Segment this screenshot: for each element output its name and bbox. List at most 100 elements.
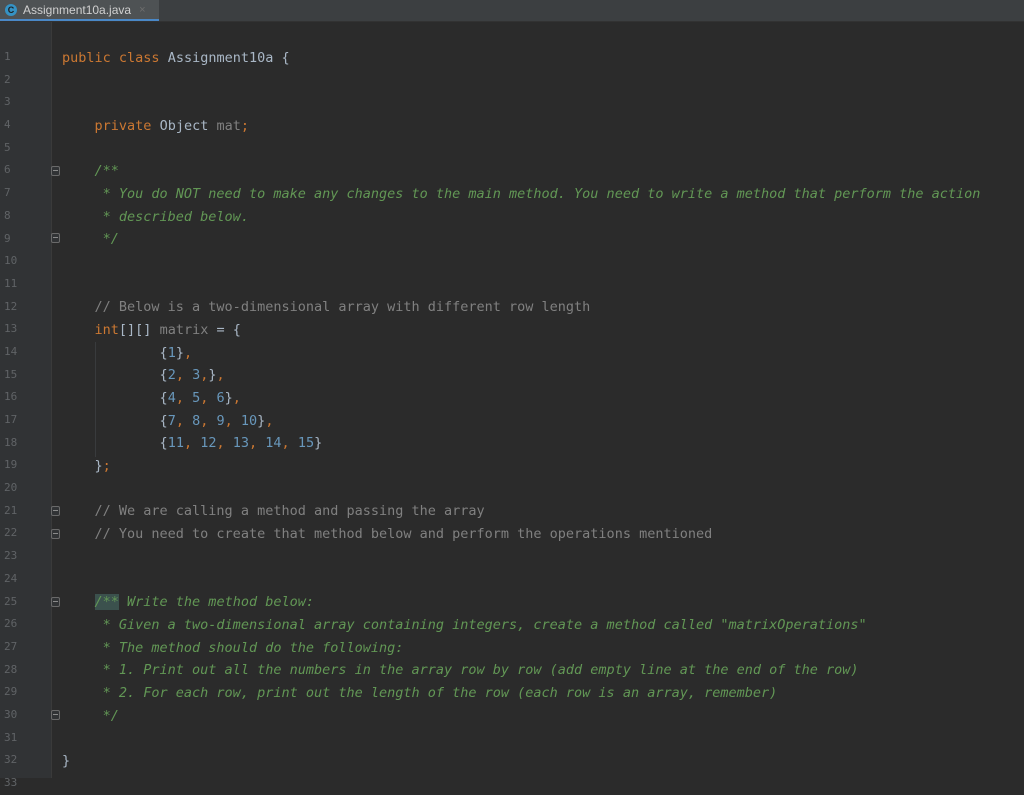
code-line-7: /** <box>62 160 1012 183</box>
line-number: 18 <box>4 435 18 449</box>
tab-assignment10a[interactable]: C Assignment10a.java × <box>0 0 159 21</box>
number: 1 <box>167 344 176 361</box>
code-line-14: int[][] matrix = { <box>62 319 1012 342</box>
line-number: 12 <box>4 299 18 313</box>
number: 3 <box>192 367 201 384</box>
line-number: 3 <box>4 95 11 109</box>
code-line-10: */ <box>62 228 1012 251</box>
assignment: = { <box>208 321 241 338</box>
code-line-23: // You need to create that method below … <box>62 523 1012 546</box>
comma: , <box>216 435 233 452</box>
field-name: mat <box>216 117 241 134</box>
comment-text: // Below is a two-dimensional array with… <box>94 299 591 316</box>
line-number: 11 <box>4 276 18 290</box>
javadoc-text: /** <box>94 163 119 180</box>
javadoc-text: * Given a two-dimensional array containi… <box>94 616 867 633</box>
javadoc-text: * described below. <box>94 208 249 225</box>
code-editor[interactable]: public class Assignment10a { private Obj… <box>62 24 1012 773</box>
semicolon: ; <box>102 458 111 475</box>
keyword: class <box>118 49 160 66</box>
javadoc-text: Write the method below: <box>118 594 314 611</box>
number: 9 <box>216 412 225 429</box>
number: 2 <box>167 367 176 384</box>
line-number: 2 <box>4 72 11 86</box>
number: 4 <box>167 390 176 406</box>
javadoc-text: * The method should do the following: <box>94 639 404 656</box>
number: 8 <box>192 412 201 429</box>
line-number: 31 <box>4 730 18 744</box>
line-number: 27 <box>4 639 18 653</box>
keyword: private <box>94 117 152 134</box>
line-number: 33 <box>4 776 18 789</box>
code-line-33: } <box>62 750 1012 773</box>
type-name: Object <box>159 117 209 134</box>
comma: , <box>216 367 225 384</box>
brace: } <box>62 753 71 769</box>
code-line-28: * The method should do the following: <box>62 637 1012 660</box>
comma: , <box>175 390 193 406</box>
brackets: [][] <box>118 321 152 338</box>
code-line-8: * You do NOT need to make any changes to… <box>62 183 1012 206</box>
line-number: 28 <box>4 662 18 676</box>
code-line-16: {2, 3,}, <box>62 364 1012 387</box>
number: 5 <box>192 390 201 406</box>
number: 11 <box>167 435 184 452</box>
code-line-22: // We are calling a method and passing t… <box>62 500 1012 523</box>
code-line-15: {1}, <box>62 342 1012 365</box>
code-line-5: private Object mat; <box>62 115 1012 138</box>
code-line-19: {11, 12, 13, 14, 15} <box>62 432 1012 455</box>
code-line-9: * described below. <box>62 206 1012 229</box>
number: 15 <box>297 435 315 452</box>
code-line-20: }; <box>62 455 1012 478</box>
code-line-26: /** Write the method below: <box>62 591 1012 614</box>
class-name: Assignment10a <box>167 49 274 66</box>
close-tab-icon[interactable]: × <box>139 4 145 16</box>
javadoc-text: * 2. For each row, print out the length … <box>94 684 778 701</box>
brace: { <box>159 390 168 406</box>
keyword: public <box>62 49 111 66</box>
semicolon: ; <box>240 117 250 134</box>
editor-tab-bar: C Assignment10a.java × <box>0 0 1024 22</box>
comma: , <box>183 344 193 361</box>
line-number: 4 <box>4 118 11 132</box>
javadoc-open-highlight: /** <box>94 594 119 611</box>
line-number: 23 <box>4 549 18 563</box>
code-line-30: * 2. For each row, print out the length … <box>62 682 1012 705</box>
fold-marker-icon[interactable] <box>51 529 60 539</box>
line-number: 8 <box>4 208 11 222</box>
comma: , <box>265 412 274 429</box>
variable-name: matrix <box>159 321 209 338</box>
code-line-31: */ <box>62 705 1012 728</box>
number: 13 <box>232 435 250 452</box>
comma: , <box>175 367 193 384</box>
fold-marker-icon[interactable] <box>51 166 60 176</box>
line-number: 32 <box>4 753 18 767</box>
tab-title: Assignment10a.java <box>23 2 132 17</box>
comma: , <box>200 390 217 406</box>
fold-marker-icon[interactable] <box>51 597 60 607</box>
fold-marker-icon[interactable] <box>51 506 60 516</box>
code-line-18: {7, 8, 9, 10}, <box>62 410 1012 433</box>
comment-text: // You need to create that method below … <box>94 526 713 543</box>
code-line-29: * 1. Print out all the numbers in the ar… <box>62 659 1012 682</box>
line-number: 24 <box>4 571 18 585</box>
number: 10 <box>240 412 258 429</box>
fold-marker-icon[interactable] <box>51 710 60 720</box>
line-number: 15 <box>4 367 18 381</box>
java-class-icon: C <box>5 3 17 16</box>
javadoc-text: */ <box>94 707 119 724</box>
fold-marker-icon[interactable] <box>51 233 60 243</box>
comma: , <box>224 412 241 429</box>
comment-text: // We are calling a method and passing t… <box>94 503 485 520</box>
brace: } <box>175 344 184 361</box>
line-number: 25 <box>4 594 18 608</box>
code-line-2: public class Assignment10a { <box>62 47 1012 70</box>
brace: { <box>159 344 168 361</box>
